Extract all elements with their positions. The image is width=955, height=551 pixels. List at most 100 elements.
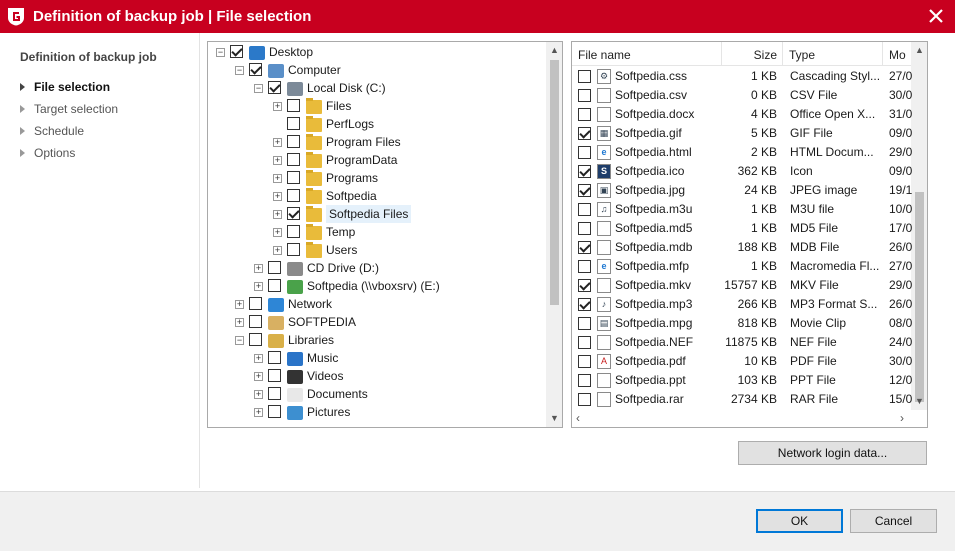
file-checkbox[interactable] <box>578 184 591 197</box>
file-checkbox[interactable] <box>578 222 591 235</box>
file-checkbox[interactable] <box>578 298 591 311</box>
file-checkbox[interactable] <box>578 374 591 387</box>
file-checkbox[interactable] <box>578 355 591 368</box>
file-row[interactable]: ♪ Softpedia.mp3 266 KB MP3 Format S... 26/0 <box>572 295 912 314</box>
tree-checkbox[interactable] <box>268 261 281 274</box>
file-row[interactable]: ⚙ Softpedia.css 1 KB Cascading Styl... 27/0 <box>572 67 912 86</box>
expand-icon[interactable]: + <box>273 156 282 165</box>
file-row[interactable]: ▦ Softpedia.gif 5 KB GIF File 09/0 <box>572 124 912 143</box>
cancel-button[interactable]: Cancel <box>850 509 937 533</box>
tree-checkbox[interactable] <box>287 99 300 112</box>
file-checkbox[interactable] <box>578 393 591 406</box>
expand-icon[interactable]: + <box>235 318 244 327</box>
expand-icon[interactable]: + <box>273 228 282 237</box>
tree-checkbox[interactable] <box>287 207 300 220</box>
expand-icon[interactable]: + <box>254 372 263 381</box>
column-header-size[interactable]: Size <box>722 42 783 66</box>
network-login-button[interactable]: Network login data... <box>738 441 927 465</box>
tree-item[interactable]: + Users <box>208 241 544 259</box>
tree-checkbox[interactable] <box>268 405 281 418</box>
scroll-up-icon[interactable]: ▲ <box>911 42 927 59</box>
tree-item[interactable]: + Program Files <box>208 133 544 151</box>
nav-item-options[interactable]: Options <box>20 144 75 162</box>
column-header-modified[interactable]: Mo <box>883 42 912 66</box>
tree-item[interactable]: + Music <box>208 349 544 367</box>
tree-item[interactable]: + Softpedia (\\vboxsrv) (E:) <box>208 277 544 295</box>
tree-checkbox[interactable] <box>287 153 300 166</box>
scroll-thumb[interactable] <box>550 60 559 305</box>
tree-checkbox[interactable] <box>268 351 281 364</box>
expand-icon[interactable]: + <box>273 210 282 219</box>
expand-icon[interactable]: + <box>273 246 282 255</box>
tree-item[interactable]: + Temp <box>208 223 544 241</box>
collapse-icon[interactable]: − <box>235 66 244 75</box>
expand-icon[interactable]: + <box>273 174 282 183</box>
tree-checkbox[interactable] <box>287 243 300 256</box>
file-row[interactable]: e Softpedia.mfp 1 KB Macromedia Fl... 27/0 <box>572 257 912 276</box>
column-header-type[interactable]: Type <box>783 42 883 66</box>
file-checkbox[interactable] <box>578 127 591 140</box>
tree-item[interactable]: + Pictures <box>208 403 544 421</box>
file-row[interactable]: Softpedia.ppt 103 KB PPT File 12/0 <box>572 371 912 390</box>
tree-item[interactable]: PerfLogs <box>208 115 544 133</box>
tree-checkbox[interactable] <box>268 369 281 382</box>
column-header-name[interactable]: File name <box>572 42 722 66</box>
tree-checkbox[interactable] <box>249 333 262 346</box>
expand-icon[interactable]: + <box>254 390 263 399</box>
collapse-icon[interactable]: − <box>216 48 225 57</box>
expand-icon[interactable]: + <box>254 354 263 363</box>
scroll-down-icon[interactable]: ▼ <box>911 393 927 410</box>
tree-item[interactable]: − Desktop <box>208 43 544 61</box>
tree-checkbox[interactable] <box>287 117 300 130</box>
nav-item-target-selection[interactable]: Target selection <box>20 100 118 118</box>
tree-checkbox[interactable] <box>268 81 281 94</box>
expand-icon[interactable]: + <box>254 264 263 273</box>
scroll-right-icon[interactable]: › <box>900 410 904 427</box>
tree-item[interactable]: + Softpedia Files <box>208 205 544 223</box>
file-checkbox[interactable] <box>578 89 591 102</box>
scroll-left-icon[interactable]: ‹ <box>576 410 580 427</box>
file-row[interactable]: A Softpedia.pdf 10 KB PDF File 30/0 <box>572 352 912 371</box>
tree-item[interactable]: + Network <box>208 295 544 313</box>
expand-icon[interactable]: + <box>254 282 263 291</box>
expand-icon[interactable]: + <box>235 300 244 309</box>
file-checkbox[interactable] <box>578 70 591 83</box>
close-icon[interactable] <box>925 5 947 27</box>
file-row[interactable]: Softpedia.rar 2734 KB RAR File 15/0 <box>572 390 912 409</box>
expand-icon[interactable]: + <box>273 138 282 147</box>
nav-item-file-selection[interactable]: File selection <box>20 78 110 96</box>
file-row[interactable]: e Softpedia.html 2 KB HTML Docum... 29/0 <box>572 143 912 162</box>
tree-checkbox[interactable] <box>249 315 262 328</box>
scroll-up-icon[interactable]: ▲ <box>546 42 562 59</box>
tree-item[interactable]: + SOFTPEDIA <box>208 313 544 331</box>
file-list[interactable]: File name Size Type Mo ▲ ▼ ⚙ Softpedia.cs… <box>571 41 928 428</box>
file-checkbox[interactable] <box>578 165 591 178</box>
tree-item[interactable]: + Videos <box>208 367 544 385</box>
tree-checkbox[interactable] <box>287 171 300 184</box>
folder-tree[interactable]: ▲ ▼ − Desktop − Computer − Local Disk (C:) + Fi… <box>207 41 563 428</box>
scroll-thumb[interactable] <box>915 192 924 402</box>
expand-icon[interactable]: + <box>273 102 282 111</box>
file-row[interactable]: Softpedia.NEF 11875 KB NEF File 24/0 <box>572 333 912 352</box>
tree-item[interactable]: + ProgramData <box>208 151 544 169</box>
tree-item[interactable]: + Documents <box>208 385 544 403</box>
file-row[interactable]: Softpedia.csv 0 KB CSV File 30/0 <box>572 86 912 105</box>
file-row[interactable]: S Softpedia.ico 362 KB Icon 09/0 <box>572 162 912 181</box>
tree-checkbox[interactable] <box>230 45 243 58</box>
tree-item[interactable]: − Computer <box>208 61 544 79</box>
file-checkbox[interactable] <box>578 336 591 349</box>
file-checkbox[interactable] <box>578 146 591 159</box>
file-row[interactable]: Softpedia.mkv 15757 KB MKV File 29/0 <box>572 276 912 295</box>
tree-item[interactable]: + CD Drive (D:) <box>208 259 544 277</box>
file-checkbox[interactable] <box>578 317 591 330</box>
file-list-vertical-scrollbar[interactable]: ▲ ▼ <box>911 42 927 410</box>
file-row[interactable]: ▤ Softpedia.mpg 818 KB Movie Clip 08/0 <box>572 314 912 333</box>
file-list-horizontal-scrollbar[interactable]: ‹ › <box>572 410 912 427</box>
collapse-icon[interactable]: − <box>235 336 244 345</box>
file-row[interactable]: Softpedia.docx 4 KB Office Open X... 31/0 <box>572 105 912 124</box>
file-row[interactable]: Softpedia.mdb 188 KB MDB File 26/0 <box>572 238 912 257</box>
collapse-icon[interactable]: − <box>254 84 263 93</box>
file-checkbox[interactable] <box>578 260 591 273</box>
nav-item-schedule[interactable]: Schedule <box>20 122 84 140</box>
file-row[interactable]: Softpedia.md5 1 KB MD5 File 17/0 <box>572 219 912 238</box>
